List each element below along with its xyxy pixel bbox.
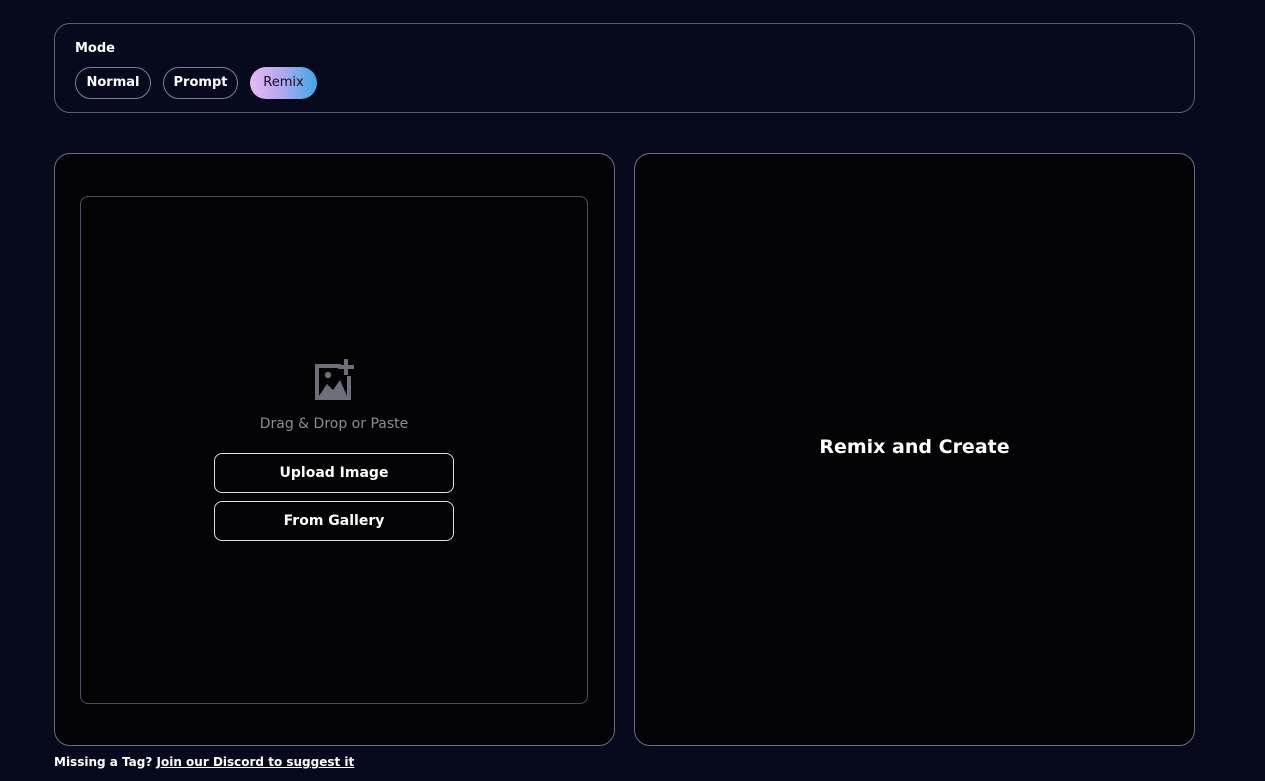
mode-normal-button[interactable]: Normal — [75, 67, 151, 99]
mode-label: Mode — [75, 41, 115, 56]
footer-question: Missing a Tag? — [54, 755, 153, 769]
image-plus-icon — [315, 359, 354, 400]
remix-create-title: Remix and Create — [819, 436, 1010, 458]
upload-image-button[interactable]: Upload Image — [214, 453, 454, 493]
drag-drop-text: Drag & Drop or Paste — [259, 416, 409, 432]
image-dropzone[interactable]: Drag & Drop or Paste Upload Image From G… — [80, 196, 588, 704]
footer-note: Missing a Tag? Join our Discord to sugge… — [54, 755, 354, 769]
discord-link[interactable]: Join our Discord to suggest it — [157, 755, 355, 769]
from-gallery-button[interactable]: From Gallery — [214, 501, 454, 541]
upload-card: Drag & Drop or Paste Upload Image From G… — [54, 153, 615, 746]
mode-prompt-button[interactable]: Prompt — [163, 67, 238, 99]
mode-remix-button[interactable]: Remix — [250, 67, 317, 99]
mode-panel: Mode Normal Prompt Remix — [54, 23, 1195, 113]
output-card: Remix and Create — [634, 153, 1195, 746]
